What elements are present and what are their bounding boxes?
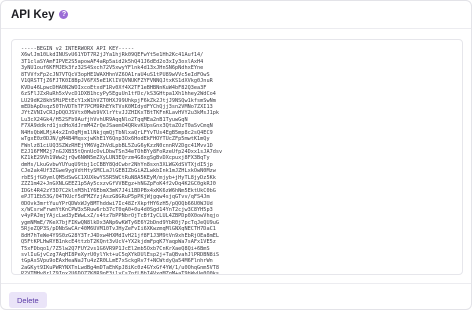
card-title: API Key xyxy=(11,8,55,21)
delete-button[interactable]: Delete xyxy=(9,292,47,308)
help-icon[interactable]: ? xyxy=(59,10,69,19)
api-key-card: API Key ? -----BEGIN v2 INTERWORX API KE… xyxy=(0,0,472,310)
api-key-text: -----BEGIN v2 INTERWORX API KEY----- X6w… xyxy=(21,46,223,275)
card-footer: Delete xyxy=(1,283,471,311)
card-header: API Key ? xyxy=(1,1,471,29)
api-key-display[interactable]: -----BEGIN v2 INTERWORX API KEY----- X6w… xyxy=(11,39,463,275)
